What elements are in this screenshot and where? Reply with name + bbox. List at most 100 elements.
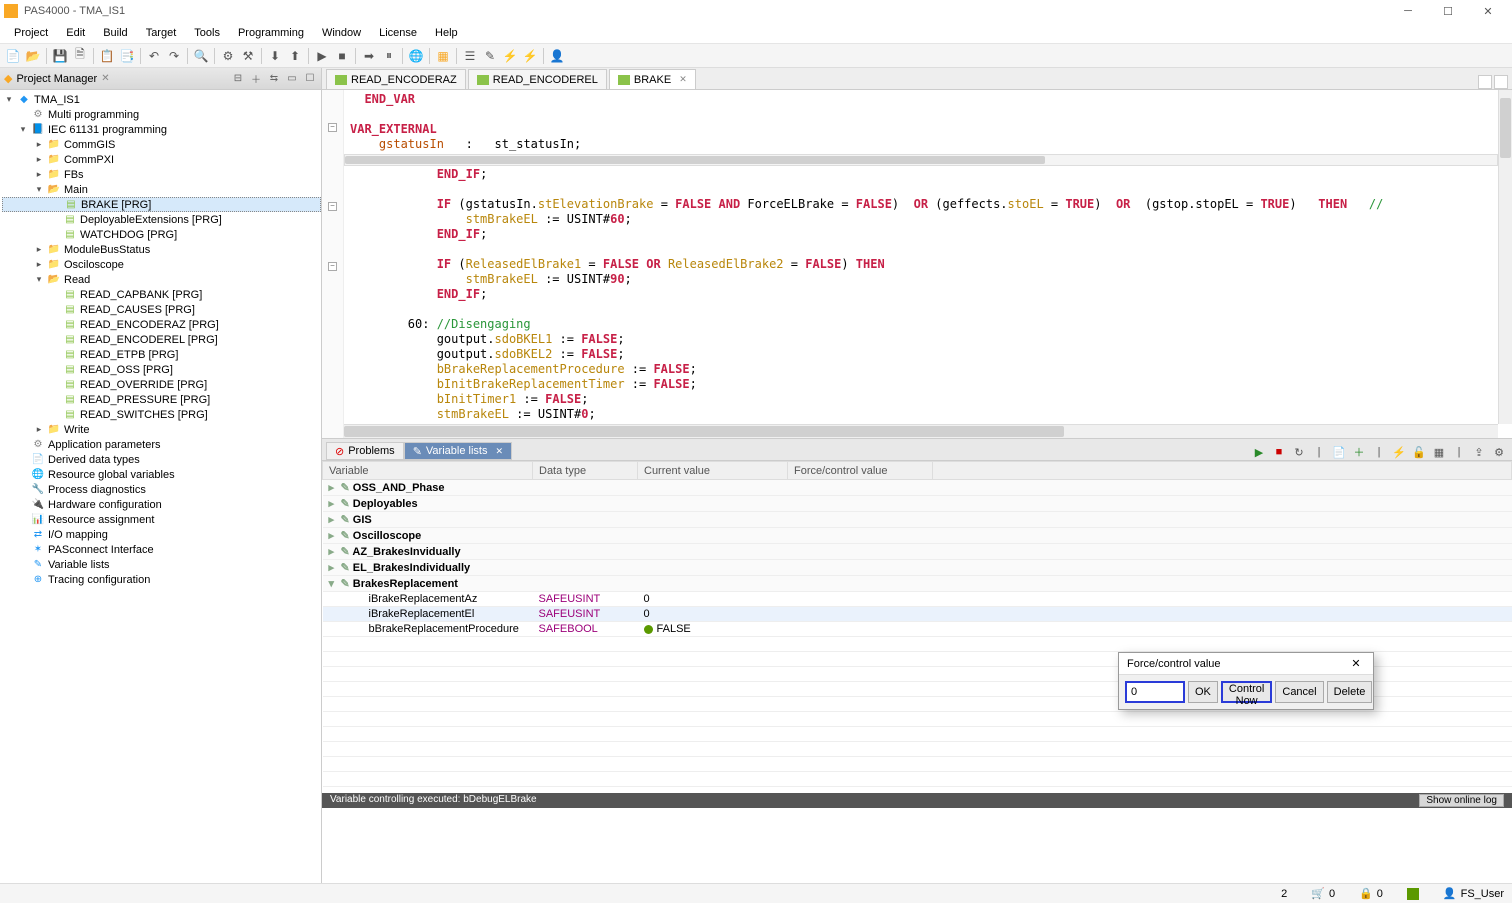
menu-build[interactable]: Build [95,25,135,41]
var-row[interactable]: bBrakeReplacementProcedureSAFEBOOLFALSE [323,622,1512,637]
refresh-icon[interactable]: ↻ [1290,444,1308,460]
tree-tracing[interactable]: ⊕Tracing configuration [2,572,321,587]
tree-derivedtypes[interactable]: 📄Derived data types [2,452,321,467]
editor-vscroll[interactable] [1498,90,1512,424]
editor-hscroll[interactable] [344,154,1498,166]
tree-fbs[interactable]: ▸📁FBs [2,167,321,182]
tree-deployext[interactable]: ▤DeployableExtensions [PRG] [2,212,321,227]
group-row[interactable]: ▾✎ BrakesReplacement [323,576,1512,592]
fold-icon[interactable]: − [328,262,337,271]
tree-iec[interactable]: ▾📘IEC 61131 programming [2,122,321,137]
pm-link-icon[interactable]: ⇆ [267,72,281,86]
editor-min-icon[interactable] [1478,75,1492,89]
toolbar-user-icon[interactable]: 👤 [548,47,566,65]
force-icon[interactable]: ⚡ [1390,444,1408,460]
new-list-icon[interactable]: 📄 [1330,444,1348,460]
tree-read-encoderel[interactable]: ▤READ_ENCODEREL [PRG] [2,332,321,347]
group-row[interactable]: ▸✎ Oscilloscope [323,528,1512,544]
menu-target[interactable]: Target [138,25,185,41]
tab-problems[interactable]: ⊘Problems [326,442,404,460]
tree-brake[interactable]: ▤BRAKE [PRG] [2,197,321,212]
toolbar-buildall-icon[interactable]: ⚒ [239,47,257,65]
fold-icon[interactable]: − [328,123,337,132]
group-row[interactable]: ▸✎ Deployables [323,496,1512,512]
tree-read[interactable]: ▾📂Read [2,272,321,287]
close-button[interactable]: ✕ [1468,0,1508,22]
tree-hwconfig[interactable]: 🔌Hardware configuration [2,497,321,512]
play-icon[interactable]: ▶ [1250,444,1268,460]
menu-license[interactable]: License [371,25,425,41]
tree-watchdog[interactable]: ▤WATCHDOG [PRG] [2,227,321,242]
code-editor[interactable]: − − − END_VAR VAR_EXTERNAL gstatusIn : s… [322,90,1512,438]
tree-read-etpb[interactable]: ▤READ_ETPB [PRG] [2,347,321,362]
release-icon[interactable]: 🔓 [1410,444,1428,460]
col-datatype[interactable]: Data type [533,462,638,480]
toolbar-break-icon[interactable]: ⏸ [380,47,398,65]
settings-icon[interactable]: ⚙ [1490,444,1508,460]
toolbar-start-icon[interactable]: ▶ [313,47,331,65]
group-row[interactable]: ▸✎ EL_BrakesIndividually [323,560,1512,576]
pm-add-icon[interactable]: ＋ [249,72,263,86]
dialog-titlebar[interactable]: Force/control value ✕ [1119,653,1373,675]
project-manager-title-tab[interactable]: ◆ Project Manager ✕ [4,72,227,85]
fold-icon[interactable]: − [328,202,337,211]
tree-read-encoderaz[interactable]: ▤READ_ENCODERAZ [PRG] [2,317,321,332]
toolbar-paste-icon[interactable]: 📑 [118,47,136,65]
toolbar-grid-icon[interactable]: ▦ [434,47,452,65]
toolbar-upload-icon[interactable]: ⬆ [286,47,304,65]
menu-help[interactable]: Help [427,25,466,41]
tab-read-encoderel[interactable]: READ_ENCODEREL [468,69,607,89]
minimize-button[interactable]: ─ [1388,0,1428,22]
pm-min-icon[interactable]: ▭ [285,72,299,86]
toolbar-stop-icon[interactable]: ■ [333,47,351,65]
tab-close-icon[interactable]: ✕ [495,446,503,457]
tree-read-pressure[interactable]: ▤READ_PRESSURE [PRG] [2,392,321,407]
pm-opts-icon[interactable]: ☐ [303,72,317,86]
toolbar-step-icon[interactable]: ➡ [360,47,378,65]
tree-varlists[interactable]: ✎Variable lists [2,557,321,572]
tree-modulebus[interactable]: ▸📁ModuleBusStatus [2,242,321,257]
toolbar-globe-icon[interactable]: 🌐 [407,47,425,65]
show-online-log-button[interactable]: Show online log [1419,794,1504,807]
delete-button[interactable]: Delete [1327,681,1373,703]
export-icon[interactable]: ⇪ [1470,444,1488,460]
toolbar-redo-icon[interactable]: ↷ [165,47,183,65]
group-row[interactable]: ▸✎ AZ_BrakesInvidually [323,544,1512,560]
tree-write[interactable]: ▸📁Write [2,422,321,437]
tree-root[interactable]: ▾◆TMA_IS1 [2,92,321,107]
tab-read-encoderaz[interactable]: READ_ENCODERAZ [326,69,466,89]
group-row[interactable]: ▸✎ GIS [323,512,1512,528]
tree-resassign[interactable]: 📊Resource assignment [2,512,321,527]
tab-variable-lists[interactable]: ✎Variable lists✕ [404,442,512,460]
menu-programming[interactable]: Programming [230,25,312,41]
tree-main[interactable]: ▾📂Main [2,182,321,197]
tree-commpxi[interactable]: ▸📁CommPXI [2,152,321,167]
force-value-input[interactable] [1125,681,1185,703]
toolbar-save-icon[interactable]: 💾 [51,47,69,65]
project-tree[interactable]: ▾◆TMA_IS1 ⚙Multi programming ▾📘IEC 61131… [0,90,321,883]
tab-close-icon[interactable]: ✕ [679,74,687,85]
toolbar-misc3-icon[interactable]: ⚡ [501,47,519,65]
toolbar-misc4-icon[interactable]: ⚡ [521,47,539,65]
menu-edit[interactable]: Edit [58,25,93,41]
pm-collapse-icon[interactable]: ⊟ [231,72,245,86]
add-icon[interactable]: ＋ [1350,444,1368,460]
toolbar-misc2-icon[interactable]: ✎ [481,47,499,65]
toolbar-new-icon[interactable]: 📄 [4,47,22,65]
tree-pasconnect[interactable]: ✶PASconnect Interface [2,542,321,557]
group-row[interactable]: ▸✎ OSS_AND_Phase [323,480,1512,496]
tree-resglobals[interactable]: 🌐Resource global variables [2,467,321,482]
tree-read-switches[interactable]: ▤READ_SWITCHES [PRG] [2,407,321,422]
tree-appparams[interactable]: ⚙Application parameters [2,437,321,452]
col-force[interactable]: Force/control value [788,462,933,480]
maximize-button[interactable]: ☐ [1428,0,1468,22]
col-variable[interactable]: Variable [323,462,533,480]
menu-project[interactable]: Project [6,25,56,41]
variable-table[interactable]: Variable Data type Current value Force/c… [322,461,1512,793]
toolbar-build-icon[interactable]: ⚙ [219,47,237,65]
tab-brake[interactable]: BRAKE✕ [609,69,696,89]
toolbar-download-icon[interactable]: ⬇ [266,47,284,65]
tree-read-oss[interactable]: ▤READ_OSS [PRG] [2,362,321,377]
tree-multiprog[interactable]: ⚙Multi programming [2,107,321,122]
tree-procdiag[interactable]: 🔧Process diagnostics [2,482,321,497]
